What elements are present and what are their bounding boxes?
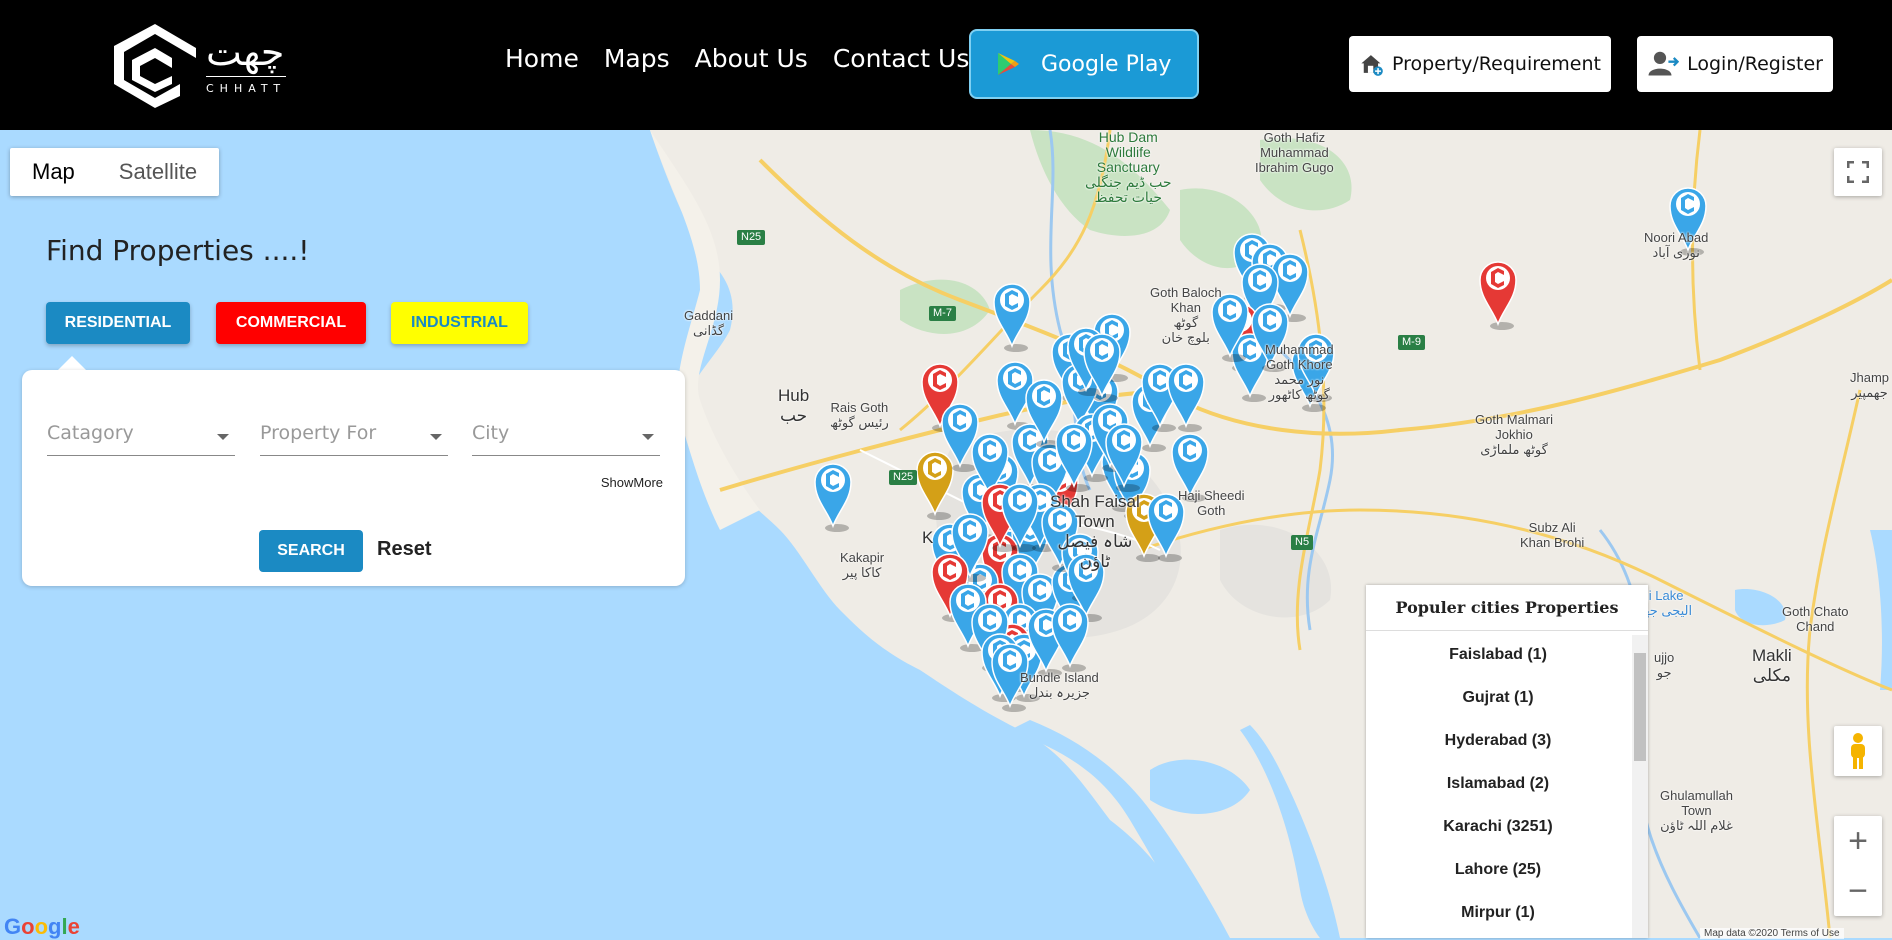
city-select[interactable]: City [472, 422, 660, 456]
label-noori-abad: Noori Abad نوری آباد [1644, 230, 1709, 260]
fullscreen-icon [1847, 161, 1869, 183]
label-makli: Makli مکلی [1752, 646, 1792, 685]
property-for-select[interactable]: Property For [260, 422, 448, 456]
chevron-down-icon [217, 434, 229, 440]
pegman-icon [1851, 733, 1865, 769]
zoom-in-button[interactable]: + [1834, 816, 1882, 866]
city-item[interactable]: Hyderabad (3) [1366, 719, 1630, 762]
label-karachi: K [922, 528, 934, 547]
google-play-button[interactable]: Google Play [969, 29, 1199, 99]
commercial-button[interactable]: COMMERCIAL [216, 302, 366, 344]
label-goth-chato: Goth Chato Chand [1782, 604, 1849, 634]
city-item[interactable]: Lahore (25) [1366, 848, 1630, 891]
road-label-n5: N5 [1291, 535, 1314, 550]
logo-divider [206, 76, 286, 77]
road-label-n25-2: N25 [889, 470, 918, 485]
label-hub-dam-sanctuary: Hub Dam Wildlife Sanctuary حب ڈیم جنگلی … [1085, 130, 1172, 205]
login-register-button[interactable]: Login/Register [1637, 36, 1833, 92]
popular-cities-panel: Populer cities Properties Faislabad (1) … [1366, 585, 1648, 938]
panel-caret [58, 356, 86, 370]
city-item[interactable]: Mirpur (1) [1366, 891, 1630, 934]
label-muhammad-goth: Muhammad Goth Khore نور محمد گوٹھ کاٹھور [1265, 342, 1334, 402]
city-item[interactable]: Faislabad (1) [1366, 633, 1630, 676]
logo-house-icon [114, 24, 196, 108]
user-login-icon [1648, 51, 1680, 76]
reset-button[interactable]: Reset [377, 538, 431, 561]
scrollbar-thumb[interactable] [1634, 653, 1646, 761]
road-label-m9: M-9 [1398, 335, 1425, 350]
add-property-icon [1361, 55, 1383, 76]
category-select[interactable]: Catagory [47, 422, 235, 456]
label-shah-faisal-town: Shah Faisal Town شاہ فیصل ٹاؤن [1050, 492, 1140, 571]
label-rais-goth: Rais Goth رئیس گوٹھ [830, 400, 889, 430]
nav-about-us[interactable]: About Us [695, 44, 808, 73]
road-label-m7: M-7 [929, 306, 956, 321]
nav-maps[interactable]: Maps [604, 44, 670, 73]
map-attribution[interactable]: Map data ©2020 Terms of Use [1700, 928, 1844, 939]
label-gadani: Gaddani گڈانی [684, 308, 734, 338]
label-subz-ali: Subz Ali Khan Brohi [1520, 520, 1585, 550]
filter-panel: Catagory Property For City ShowMore SEAR… [22, 370, 685, 586]
play-store-icon [998, 53, 1019, 75]
nav-contact-us[interactable]: Contact Us [833, 44, 970, 73]
label-hub: Hub حب [778, 386, 810, 425]
label-goth-malmari: Goth Malmari Jokhio گوٹھ ملماڑی [1475, 412, 1554, 457]
logo-sub-text: CHHATT [206, 82, 287, 95]
map-type-satellite[interactable]: Satellite [97, 148, 219, 196]
city-item[interactable]: Gujrat (1) [1366, 676, 1630, 719]
label-goth-hafiz: Goth Hafiz Muhammad Ibrahim Gugo [1255, 130, 1334, 175]
google-play-label: Google Play [1041, 51, 1172, 77]
property-requirement-label: Property/Requirement [1392, 53, 1601, 75]
show-more-link[interactable]: ShowMore [601, 475, 663, 490]
city-item[interactable]: Islamabad (2) [1366, 762, 1630, 805]
find-properties-title: Find Properties ....! [46, 234, 310, 267]
residential-button[interactable]: RESIDENTIAL [46, 302, 190, 344]
property-requirement-button[interactable]: Property/Requirement [1349, 36, 1611, 92]
label-kakapir: Kakapir کاکا پیر [840, 550, 885, 580]
chevron-down-icon [430, 434, 442, 440]
chhatt-logo[interactable]: چھت CHHATT [110, 18, 290, 110]
industrial-button[interactable]: INDUSTRIAL [391, 302, 528, 344]
login-register-label: Login/Register [1687, 53, 1823, 75]
logo-urdu-text: چھت [206, 30, 285, 74]
label-goth-baloch-khan: Goth Baloch Khan گوٹھ بلوچ خان [1150, 285, 1222, 345]
search-button[interactable]: SEARCH [259, 530, 363, 572]
fullscreen-button[interactable] [1834, 148, 1882, 196]
category-placeholder: Catagory [47, 422, 134, 444]
label-haji-sheedi-goth: Haji Sheedi Goth [1178, 488, 1245, 518]
popular-cities-list: Faislabad (1) Gujrat (1) Hyderabad (3) I… [1366, 633, 1630, 934]
map-type-control: Map Satellite [10, 148, 220, 196]
popular-cities-title: Populer cities Properties [1366, 585, 1648, 631]
main-nav: Home Maps About Us Contact Us [505, 44, 969, 73]
label-jhampir: Jhamp جھمپیر [1850, 370, 1890, 400]
top-navbar: چھت CHHATT Home Maps About Us Contact Us… [0, 0, 1892, 130]
map-type-map[interactable]: Map [10, 148, 97, 196]
zoom-out-button[interactable]: − [1834, 866, 1882, 916]
cities-scrollbar[interactable] [1632, 635, 1648, 938]
city-item[interactable]: Karachi (3251) [1366, 805, 1630, 848]
street-view-pegman[interactable] [1834, 726, 1882, 776]
chevron-down-icon [642, 434, 654, 440]
city-placeholder: City [472, 422, 510, 444]
label-bundle-island: Bundle Island جزیرہ بندل [1020, 670, 1099, 700]
road-label-n25: N25 [737, 230, 766, 245]
google-logo: Google [4, 914, 80, 939]
label-ghulamullah-town: Ghulamullah Town غلام اللہ ٹاؤن [1660, 788, 1733, 833]
label-jujjo: ujjo جو [1654, 650, 1675, 680]
zoom-control: + − [1834, 816, 1882, 916]
property-for-placeholder: Property For [260, 422, 377, 444]
nav-home[interactable]: Home [505, 44, 579, 73]
